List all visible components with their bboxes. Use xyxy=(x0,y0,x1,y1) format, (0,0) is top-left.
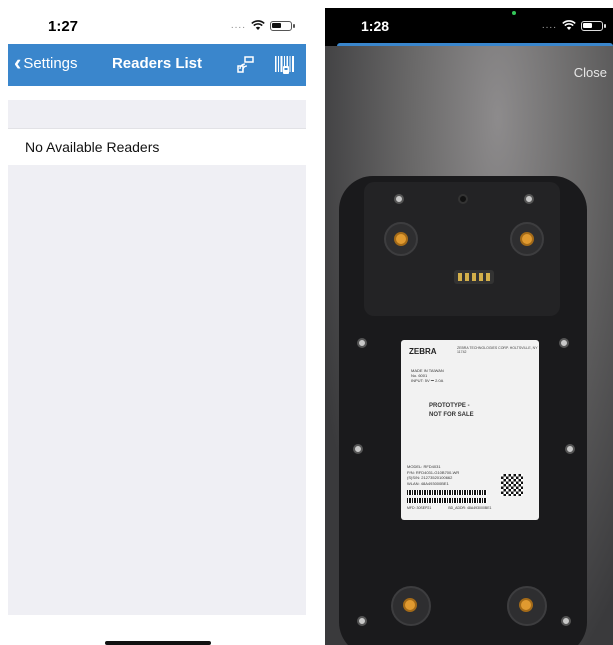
brand-name: ZEBRA xyxy=(409,347,437,356)
camera-preview: ZEBRA ZEBRA TECHNOLOGIES CORP. HOLTSVILL… xyxy=(325,46,613,645)
screw xyxy=(353,444,363,454)
battery-icon xyxy=(270,20,295,31)
signal-dots-icon: .... xyxy=(230,20,246,31)
mfd-info: MFD: 30SEP21 BD_ADDR: 48A493000BE1 xyxy=(407,506,492,510)
screw xyxy=(394,194,404,204)
list-background xyxy=(8,165,306,615)
list-item: No Available Readers xyxy=(8,128,306,166)
close-button[interactable]: Close xyxy=(574,65,607,80)
manufacturing-info: MADE IN TAIWAN No. 6001 INPUT: 5V ⎓ 2.0A xyxy=(411,368,444,383)
mount-boss xyxy=(391,586,431,626)
mount-boss xyxy=(510,222,544,256)
battery-icon xyxy=(581,20,606,31)
navigation-bar: ‹ Settings Readers List xyxy=(8,44,306,86)
empty-readers-message: No Available Readers xyxy=(25,139,160,155)
barcode-scanner-icon[interactable] xyxy=(274,54,296,76)
mount-boss xyxy=(507,586,547,626)
charging-contacts xyxy=(454,270,494,284)
section-header xyxy=(8,100,306,128)
screw xyxy=(524,194,534,204)
screw xyxy=(565,444,575,454)
device-top-panel xyxy=(364,182,560,316)
rfid-reader-device-image: ZEBRA ZEBRA TECHNOLOGIES CORP. HOLTSVILL… xyxy=(339,176,587,645)
readers-list-screen: 1:27 .... ‹ Settings Readers List No Ava… xyxy=(8,8,306,645)
wifi-icon xyxy=(251,20,265,30)
wifi-icon xyxy=(562,20,576,30)
camera-in-use-indicator xyxy=(512,11,516,15)
status-indicators: .... xyxy=(541,20,606,31)
barcode-image xyxy=(407,490,487,495)
screw xyxy=(357,616,367,626)
barcode-image xyxy=(407,498,487,503)
status-bar: 1:27 .... xyxy=(8,8,306,44)
device-spec-label: ZEBRA ZEBRA TECHNOLOGIES CORP. HOLTSVILL… xyxy=(401,340,539,520)
rfid-reader-icon[interactable] xyxy=(234,54,258,76)
screw xyxy=(559,338,569,348)
page-title: Readers List xyxy=(111,55,203,72)
status-indicators: .... xyxy=(230,20,295,31)
mount-boss xyxy=(384,222,418,256)
sensor-hole xyxy=(458,194,468,204)
brand-address: ZEBRA TECHNOLOGIES CORP. HOLTSVILLE, NY … xyxy=(457,346,538,354)
qr-code-image xyxy=(501,474,523,496)
model-info: MODEL: RFD4031 P/N: RFD4031-G10B700-WR (… xyxy=(407,464,460,486)
status-time: 1:28 xyxy=(361,18,390,34)
screw xyxy=(357,338,367,348)
signal-dots-icon: .... xyxy=(541,20,557,31)
home-indicator[interactable] xyxy=(105,641,211,645)
barcode-scan-screen: 1:28 .... ZEBRA ZEBRA TECHNOLOGIES CORP.… xyxy=(325,8,613,645)
status-time: 1:27 xyxy=(48,18,79,35)
screw xyxy=(561,616,571,626)
prototype-notice: PROTOTYPE - NOT FOR SALE xyxy=(429,403,474,418)
